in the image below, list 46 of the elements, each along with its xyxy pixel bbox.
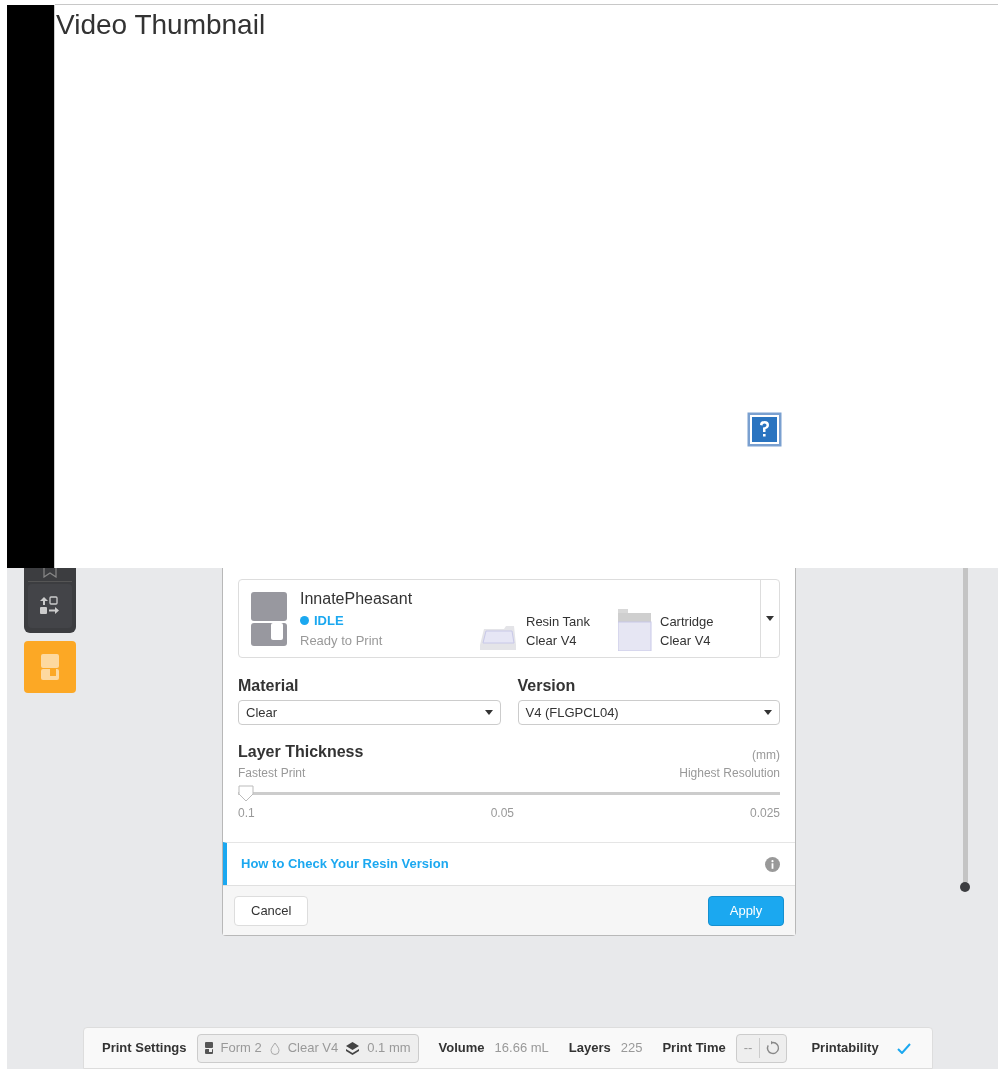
caret-icon xyxy=(766,616,774,621)
video-title: Video Thumbnail xyxy=(56,11,267,39)
caret-icon xyxy=(764,710,772,715)
tick-label: 0.025 xyxy=(749,805,780,822)
refresh-icon[interactable] xyxy=(766,1041,781,1055)
printer-icon xyxy=(251,591,287,646)
status-value: 225 xyxy=(620,1039,643,1058)
caret-icon xyxy=(484,710,493,715)
part-value: Clear V4 xyxy=(660,632,712,650)
arrange-icon[interactable] xyxy=(39,596,61,616)
print-time-value: -- xyxy=(736,1038,761,1058)
field-label: Material xyxy=(238,676,300,696)
printer-detail: Ready to Print xyxy=(300,631,384,650)
slider-thumb[interactable] xyxy=(238,785,254,802)
printer-name: InnatePheasant xyxy=(300,589,413,609)
bookmark-icon[interactable] xyxy=(42,568,58,578)
status-value: 16.66 mL xyxy=(494,1039,549,1058)
dropdown[interactable]: Clear xyxy=(238,700,501,725)
field-label: Version xyxy=(517,676,577,696)
status-label: Volume xyxy=(438,1039,485,1058)
dropdown[interactable]: V4 (FLGPCL04) xyxy=(517,700,780,725)
tick-label: 0.1 xyxy=(238,805,255,822)
help-icon xyxy=(747,412,782,447)
tank-icon xyxy=(478,624,518,651)
status-label: Print Settings xyxy=(102,1039,187,1058)
printer-status: IDLE xyxy=(314,612,344,630)
cartridge-icon xyxy=(618,608,652,651)
status-label: Printability xyxy=(811,1039,879,1058)
printer-card[interactable]: InnatePheasant IDLE Ready to Print Resin Tank Clear V4 Cartridge Clear V4 xyxy=(238,579,780,658)
min-label: Fastest Print xyxy=(238,765,306,782)
tick-label: 0.05 xyxy=(490,805,514,822)
part-label: Cartridge xyxy=(660,612,714,631)
printer-icon xyxy=(41,654,59,680)
layers-icon xyxy=(346,1041,360,1055)
part-label: Resin Tank xyxy=(526,612,591,631)
printer-icon xyxy=(204,1042,213,1054)
part-value: Clear V4 xyxy=(526,632,578,650)
max-label: Highest Resolution xyxy=(679,765,780,782)
layer-thickness-label: Layer Thickness xyxy=(238,742,364,762)
scroll-handle[interactable] xyxy=(960,882,970,892)
cancel-button[interactable]: Cancel xyxy=(234,895,309,926)
info-icon xyxy=(765,856,780,872)
droplet-icon xyxy=(269,1041,280,1055)
status-label: Layers xyxy=(568,1039,611,1058)
unit-label: (mm) xyxy=(752,747,780,764)
status-label: Print Time xyxy=(662,1039,726,1058)
